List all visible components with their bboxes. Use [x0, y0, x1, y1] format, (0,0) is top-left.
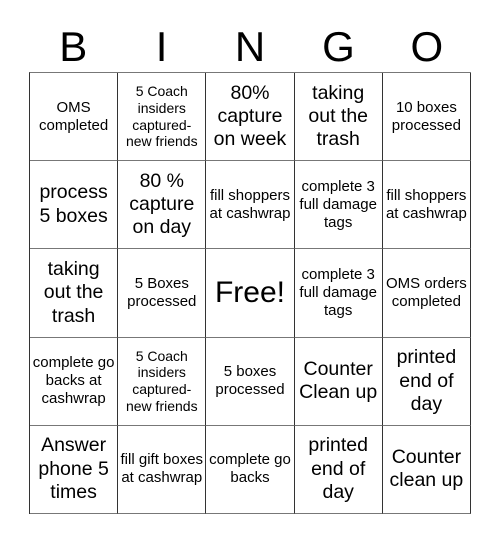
- cell-text: 10 boxes processed: [391, 98, 461, 134]
- bingo-cell-r3-c1[interactable]: taking out the trash: [30, 249, 119, 338]
- bingo-header: B I N G O: [29, 22, 471, 72]
- cell-text: fill shoppers at cashwrap: [385, 186, 467, 222]
- bingo-cell-r1-c3[interactable]: 80% capture on week: [206, 73, 295, 162]
- cell-text: complete 3 full damage tags: [299, 177, 377, 231]
- cell-text: complete 3 full damage tags: [299, 265, 377, 319]
- bingo-cell-r1-c1[interactable]: OMS completed: [30, 73, 119, 162]
- bingo-cell-r1-c5[interactable]: 10 boxes processed: [382, 73, 471, 162]
- cell-text: 5 Boxes processed: [127, 274, 197, 310]
- header-letter-i: I: [155, 23, 168, 70]
- bingo-cell-r4-c2[interactable]: 5 Coach insiders captured-new friends: [118, 337, 207, 426]
- cell-text: Counter Clean up: [299, 357, 378, 404]
- cell-text: taking out the trash: [308, 81, 369, 151]
- cell-text: 5 Coach insiders captured-new friends: [125, 347, 198, 414]
- cell-text: fill shoppers at cashwrap: [209, 186, 291, 222]
- bingo-cell-r2-c3[interactable]: fill shoppers at cashwrap: [206, 161, 295, 250]
- cell-text: 80% capture on week: [213, 81, 287, 151]
- bingo-cell-r4-c1[interactable]: complete go backs at cashwrap: [30, 337, 119, 426]
- cell-text: 80 % capture on day: [129, 169, 195, 239]
- cell-text: printed end of day: [396, 346, 457, 415]
- header-letter-g: G: [322, 23, 355, 70]
- free-space-cell[interactable]: Free!: [206, 249, 295, 338]
- bingo-cell-r4-c4[interactable]: Counter Clean up: [294, 337, 383, 426]
- bingo-cell-r5-c4[interactable]: printed end of day: [294, 425, 383, 514]
- bingo-cell-r5-c3[interactable]: complete go backs: [206, 425, 295, 514]
- header-letter-n: N: [234, 23, 266, 70]
- cell-text: complete go backs: [209, 451, 291, 487]
- header-letter-b: B: [59, 23, 88, 70]
- bingo-cell-r2-c4[interactable]: complete 3 full damage tags: [294, 161, 383, 250]
- cell-text: OMS completed: [38, 98, 109, 134]
- bingo-cell-r3-c5[interactable]: OMS orders completed: [382, 249, 471, 338]
- bingo-cell-r2-c5[interactable]: fill shoppers at cashwrap: [382, 161, 471, 250]
- cell-text: complete go backs at cashwrap: [32, 354, 115, 408]
- free-space-text: Free!: [214, 275, 285, 309]
- bingo-board: OMS completed 5 Coach insiders captured-…: [29, 72, 471, 514]
- cell-text: fill gift boxes at cashwrap: [120, 451, 204, 487]
- bingo-cell-r3-c4[interactable]: complete 3 full damage tags: [294, 249, 383, 338]
- bingo-cell-r4-c5[interactable]: printed end of day: [382, 337, 471, 426]
- header-letter-o: O: [410, 23, 444, 70]
- bingo-cell-r2-c1[interactable]: process 5 boxes: [30, 161, 119, 250]
- cell-text: process 5 boxes: [39, 181, 108, 227]
- cell-text: Counter clean up: [389, 446, 464, 492]
- cell-text: 5 Coach insiders captured-new friends: [125, 83, 198, 150]
- bingo-cell-r2-c2[interactable]: 80 % capture on day: [118, 161, 207, 250]
- cell-text: 5 boxes processed: [215, 363, 285, 399]
- bingo-cell-r5-c1[interactable]: Answer phone 5 times: [30, 425, 119, 514]
- bingo-cell-r4-c3[interactable]: 5 boxes processed: [206, 337, 295, 426]
- cell-text: Answer phone 5 times: [38, 434, 109, 504]
- bingo-cell-r5-c2[interactable]: fill gift boxes at cashwrap: [118, 425, 207, 514]
- bingo-cell-r3-c2[interactable]: 5 Boxes processed: [118, 249, 207, 338]
- cell-text: printed end of day: [308, 434, 368, 504]
- bingo-cell-r5-c5[interactable]: Counter clean up: [382, 425, 471, 514]
- bingo-cell-r1-c2[interactable]: 5 Coach insiders captured-new friends: [118, 73, 207, 162]
- cell-text: taking out the trash: [43, 257, 104, 327]
- cell-text: OMS orders completed: [385, 274, 467, 310]
- bingo-cell-r1-c4[interactable]: taking out the trash: [294, 73, 383, 162]
